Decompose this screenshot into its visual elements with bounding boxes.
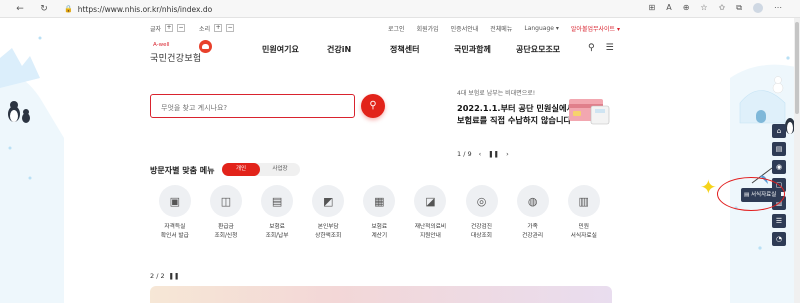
font-minus-button[interactable]: −: [177, 24, 186, 32]
service-item[interactable]: ◪ 재난적의료비 지원안내: [406, 185, 456, 265]
logo-name: 국민건강보험: [150, 54, 202, 64]
nav-item-together[interactable]: 국민과함께: [454, 44, 516, 55]
browser-icons: ⊞ A ⊕ ☆ ✩ ⧉ ⋯: [649, 3, 782, 15]
service-item[interactable]: ◍ 가족 건강관리: [508, 185, 558, 265]
favorites-icon[interactable]: ✩: [719, 3, 726, 15]
service-label: 본인부담 상한액조회: [315, 224, 342, 239]
quick-talk-icon[interactable]: ◔: [772, 232, 786, 246]
certificate-icon: ▣: [158, 185, 191, 217]
promo-pager: 1 / 9 ‹ ❚❚ ›: [457, 150, 509, 158]
zoom-minus-button[interactable]: −: [226, 24, 235, 32]
quick-document-icon[interactable]: ▤: [772, 142, 786, 156]
checkup-icon: ◎: [465, 185, 498, 217]
nav-item-civil[interactable]: 민원여기요: [262, 44, 327, 55]
calculator-icon: ▦: [363, 185, 396, 217]
service-item[interactable]: ▣ 자격득실 확인서 발급: [150, 185, 200, 265]
nav-item-policy[interactable]: 정책센터: [390, 44, 454, 55]
copay-icon: ◩: [312, 185, 345, 217]
service-list: ▣ 자격득실 확인서 발급 ◫ 환급금 조회/신청 ▤ 보험료 조회/납부 ◩ …: [150, 185, 610, 265]
credit-card-illustration: [569, 99, 610, 125]
font-plus-button[interactable]: +: [165, 24, 174, 32]
refund-icon: ◫: [209, 185, 242, 217]
service-label: 보험료 계산기: [371, 224, 388, 239]
search-icon[interactable]: ⚲: [588, 43, 595, 53]
pause-icon[interactable]: ❚❚: [169, 272, 180, 280]
logo[interactable]: A-well 국민건강보험: [150, 38, 220, 66]
next-arrow-icon[interactable]: ›: [506, 150, 509, 158]
search-input[interactable]: [151, 97, 354, 119]
tab-personal[interactable]: 개인: [222, 163, 260, 176]
sparkle-icon: ✦: [700, 175, 717, 199]
service-label: 가족 건강관리: [522, 224, 544, 239]
signup-link[interactable]: 회원가입: [417, 24, 439, 33]
service-item[interactable]: ▤ 보험료 조회/납부: [252, 185, 302, 265]
zoom-icon[interactable]: ⊕: [683, 3, 690, 15]
service-item[interactable]: ▦ 보험료 계산기: [354, 185, 404, 265]
promo-counter: 1 / 9: [457, 150, 472, 158]
service-label: 재난적의료비 지원안내: [414, 224, 447, 239]
language-select[interactable]: Language ▾: [524, 25, 559, 32]
sitemap-link[interactable]: 알아볼업무사이트 ▾: [571, 24, 620, 33]
service-label: 자격득실 확인서 발급: [160, 224, 189, 239]
service-item[interactable]: ◎ 건강검진 대상조회: [457, 185, 507, 265]
page: 글자 + − 소리 + − 로그인 회원가입 인증서안내 전체메뉴 Langua…: [0, 18, 800, 303]
address-bar[interactable]: 🔒 https://www.nhis.or.kr/nhis/index.do: [64, 3, 624, 15]
page-scrollbar[interactable]: [794, 18, 800, 303]
service-item[interactable]: ◩ 본인부담 상한액조회: [303, 185, 353, 265]
url-text: https://www.nhis.or.kr/nhis/index.do: [77, 4, 213, 14]
lock-icon: 🔒: [64, 5, 73, 13]
certificate-guide-link[interactable]: 인증서안내: [451, 24, 479, 33]
collections-icon[interactable]: ⧉: [736, 3, 742, 15]
more-icon[interactable]: ⋯: [774, 3, 782, 15]
banner-counter: 2 / 2: [150, 272, 165, 280]
zoom-plus-button[interactable]: +: [214, 24, 223, 32]
back-icon[interactable]: ←: [12, 4, 28, 14]
forms-icon: ▥: [567, 185, 600, 217]
highlight-ring: [717, 177, 785, 211]
bottom-banner[interactable]: [150, 286, 612, 303]
read-aloud-icon[interactable]: A: [666, 3, 671, 15]
service-label: 환급금 조회/신청: [214, 224, 238, 239]
all-menu-link[interactable]: 전체메뉴: [490, 24, 512, 33]
quick-list-icon[interactable]: ☰: [772, 214, 786, 228]
nav-item-health[interactable]: 건강iN: [327, 44, 390, 55]
disaster-support-icon: ◪: [414, 185, 447, 217]
header-icons: ⚲ ☰: [588, 43, 614, 53]
visitor-type-toggle: 개인 사업장: [222, 163, 300, 176]
banner-pager: 2 / 2 ❚❚: [150, 272, 180, 280]
service-label: 민원 서식자료실: [570, 224, 597, 239]
service-label: 건강검진 대상조회: [471, 224, 492, 239]
main-nav: 민원여기요 건강iN 정책센터 국민과함께 공단요모조모: [262, 44, 560, 55]
premium-icon: ▤: [261, 185, 294, 217]
quick-chat-icon[interactable]: ◉: [772, 160, 786, 174]
quick-home-icon[interactable]: ⌂: [772, 124, 786, 138]
service-label: 보험료 조회/납부: [265, 224, 289, 239]
hamburger-menu-icon[interactable]: ☰: [606, 43, 614, 53]
search-button[interactable]: ⚲: [361, 94, 385, 118]
utility-bar: 글자 + − 소리 + − 로그인 회원가입 인증서안내 전체메뉴 Langua…: [150, 22, 620, 34]
reload-icon[interactable]: ↻: [36, 4, 52, 14]
login-link[interactable]: 로그인: [388, 24, 405, 33]
tab-business[interactable]: 사업장: [260, 163, 300, 176]
prev-arrow-icon[interactable]: ‹: [479, 150, 482, 158]
family-health-icon: ◍: [516, 185, 549, 217]
extension-icon[interactable]: ⊞: [649, 3, 656, 15]
pause-icon[interactable]: ❚❚: [488, 150, 499, 158]
service-item[interactable]: ◫ 환급금 조회/신청: [201, 185, 251, 265]
browser-toolbar: ← ↻ 🔒 https://www.nhis.or.kr/nhis/index.…: [0, 0, 800, 18]
favorite-icon[interactable]: ☆: [700, 3, 707, 15]
zoom-label: 소리: [199, 25, 211, 33]
winter-decoration-left: [0, 36, 64, 303]
profile-icon[interactable]: [753, 3, 763, 15]
nav-item-about[interactable]: 공단요모조모: [516, 44, 560, 55]
section-title: 방문자별 맞춤 메뉴: [150, 166, 215, 175]
font-size-label: 글자: [150, 25, 162, 33]
service-item[interactable]: ▥ 민원 서식자료실: [559, 185, 609, 265]
search-icon: ⚲: [369, 100, 377, 111]
logo-tagline: A-well: [153, 42, 170, 48]
search-box: [150, 94, 355, 119]
